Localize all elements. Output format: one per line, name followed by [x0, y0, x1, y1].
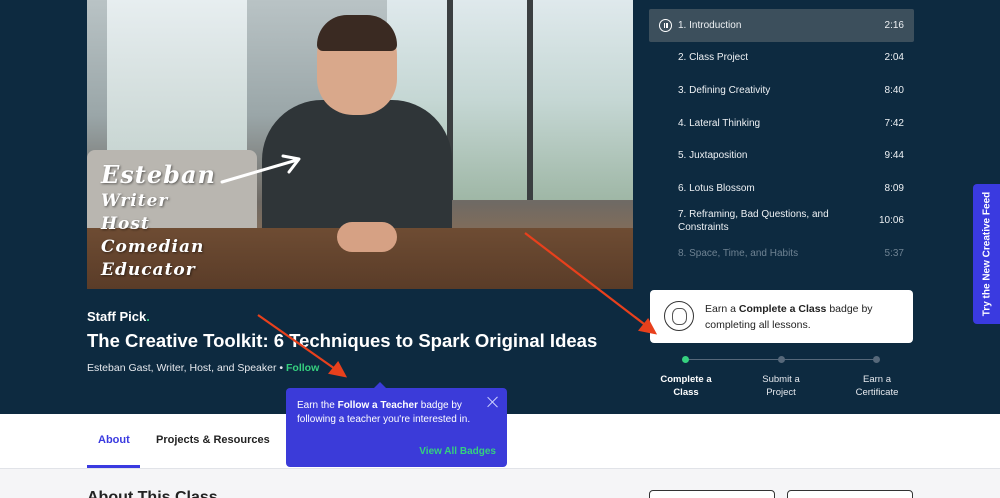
lesson-item[interactable]: 4. Lateral Thinking 7:42: [649, 107, 914, 140]
complete-class-badge-card: Earn a Complete a Class badge by complet…: [650, 290, 913, 343]
video-player[interactable]: Esteban Writer Host Comedian Educator: [87, 0, 633, 289]
close-icon[interactable]: [486, 395, 500, 409]
class-title: The Creative Toolkit: 6 Techniques to Sp…: [87, 330, 598, 351]
lesson-item[interactable]: 1. Introduction 2:16: [649, 9, 914, 42]
about-heading: About This Class: [87, 489, 218, 498]
teacher-byline: Esteban Gast, Writer, Host, and Speaker …: [87, 362, 320, 374]
badge-seal-icon: [664, 301, 694, 331]
action-button[interactable]: [787, 490, 913, 498]
lesson-item[interactable]: 2. Class Project 2:04: [649, 42, 914, 75]
overlay-arrow-icon: [220, 154, 301, 184]
progress-step-dot: [682, 356, 689, 363]
video-presenter: [262, 15, 452, 270]
lesson-item[interactable]: 7. Reframing, Bad Questions, and Constra…: [649, 205, 914, 238]
pause-icon: [659, 18, 672, 32]
lesson-item[interactable]: 8. Space, Time, and Habits 5:37: [649, 237, 914, 270]
teacher-name[interactable]: Esteban Gast, Writer, Host, and Speaker: [87, 362, 276, 374]
creative-feed-tab[interactable]: Try the New Creative Feed: [973, 184, 1000, 324]
lesson-list: 1. Introduction 2:16 2. Class Project 2:…: [649, 9, 914, 281]
class-hero: Esteban Writer Host Comedian Educator St…: [0, 0, 1000, 414]
progress-step-label: Earn a Certificate: [855, 374, 899, 398]
badge-progress-tracker: Complete a Class Submit a Project Earn a Ce…: [654, 356, 909, 406]
tab-projects-resources[interactable]: Projects & Resources: [156, 434, 270, 446]
follow-button[interactable]: Follow: [286, 362, 319, 374]
lesson-item[interactable]: 6. Lotus Blossom 8:09: [649, 172, 914, 205]
view-all-badges-link[interactable]: View All Badges: [419, 446, 496, 457]
follow-teacher-badge-tooltip: Earn the Follow a Teacher badge by follo…: [286, 382, 507, 467]
action-button[interactable]: [649, 490, 775, 498]
video-name-overlay: Esteban Writer Host Comedian Educator: [101, 160, 216, 280]
progress-step-dot: [778, 356, 785, 363]
progress-step-label: Submit a Project: [762, 374, 800, 398]
tab-about[interactable]: About: [98, 434, 130, 446]
staff-pick-label: Staff Pick.: [87, 309, 150, 324]
progress-step-dot: [873, 356, 880, 363]
active-tab-indicator: [87, 465, 140, 468]
lesson-item[interactable]: 3. Defining Creativity 8:40: [649, 74, 914, 107]
lesson-item[interactable]: 5. Juxtaposition 9:44: [649, 139, 914, 172]
progress-step-label: Complete a Class: [660, 374, 712, 398]
